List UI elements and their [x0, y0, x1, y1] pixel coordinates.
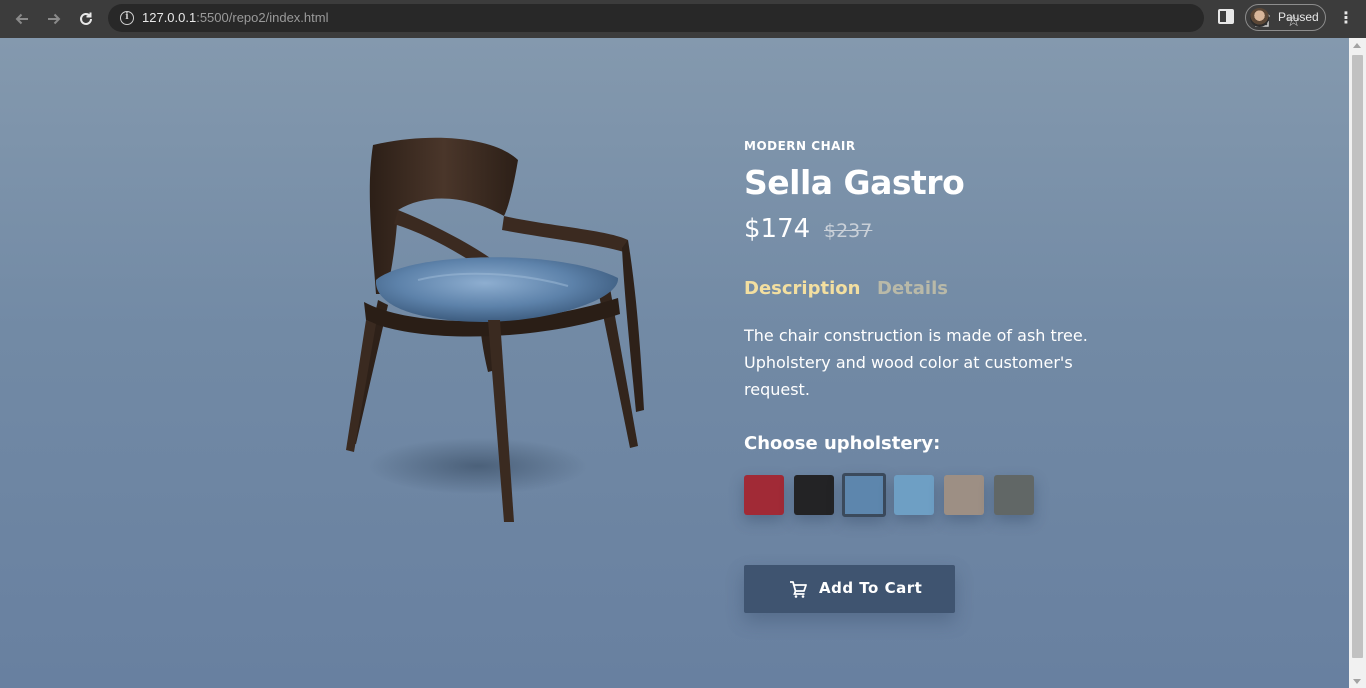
scroll-thumb[interactable]: [1352, 55, 1363, 658]
product-old-price: $237: [824, 220, 873, 242]
avatar: [1250, 8, 1269, 27]
chair-image: [346, 137, 644, 522]
forward-arrow-icon[interactable]: [42, 7, 66, 31]
url-path: :5500/repo2/index.html: [196, 10, 329, 25]
side-panel-icon[interactable]: [1218, 9, 1234, 24]
product-page: MODERN CHAIR Sella Gastro $174 $237 Desc…: [0, 38, 1349, 688]
product-category: MODERN CHAIR: [744, 139, 856, 153]
upholstery-swatch-light-blue[interactable]: [894, 475, 934, 515]
upholstery-swatch-beige[interactable]: [944, 475, 984, 515]
scroll-up-arrow-icon[interactable]: [1353, 43, 1361, 48]
info-icon[interactable]: i: [120, 11, 134, 25]
add-to-cart-button[interactable]: Add To Cart: [744, 565, 955, 613]
upholstery-swatch-gray[interactable]: [994, 475, 1034, 515]
upholstery-swatch-black[interactable]: [794, 475, 834, 515]
profile-status-label: Paused: [1278, 10, 1319, 24]
vertical-scrollbar[interactable]: [1349, 38, 1366, 688]
product-price: $174: [744, 214, 811, 244]
upholstery-heading: Choose upholstery:: [744, 433, 941, 454]
browser-toolbar: i 127.0.0.1:5500/repo2/index.html ☆ Paus…: [0, 0, 1366, 38]
reload-icon[interactable]: [74, 7, 98, 31]
profile-button[interactable]: Paused: [1245, 4, 1326, 31]
back-arrow-icon[interactable]: [10, 7, 34, 31]
upholstery-swatches: [744, 473, 1044, 518]
address-bar[interactable]: i 127.0.0.1:5500/repo2/index.html ☆: [108, 4, 1301, 32]
upholstery-swatch-red[interactable]: [744, 475, 784, 515]
url-host: 127.0.0.1: [142, 10, 197, 25]
tab-description[interactable]: Description: [744, 278, 860, 299]
upholstery-swatch-blue[interactable]: [842, 473, 886, 517]
tab-details[interactable]: Details: [877, 278, 948, 299]
scroll-down-arrow-icon[interactable]: [1353, 679, 1361, 684]
add-to-cart-label: Add To Cart: [819, 579, 923, 597]
product-title: Sella Gastro: [744, 163, 965, 202]
menu-icon[interactable]: ⋮: [1338, 8, 1354, 27]
product-description: The chair construction is made of ash tr…: [744, 326, 1088, 399]
url-text[interactable]: 127.0.0.1:5500/repo2/index.html: [142, 10, 328, 25]
cart-icon: [790, 581, 807, 598]
